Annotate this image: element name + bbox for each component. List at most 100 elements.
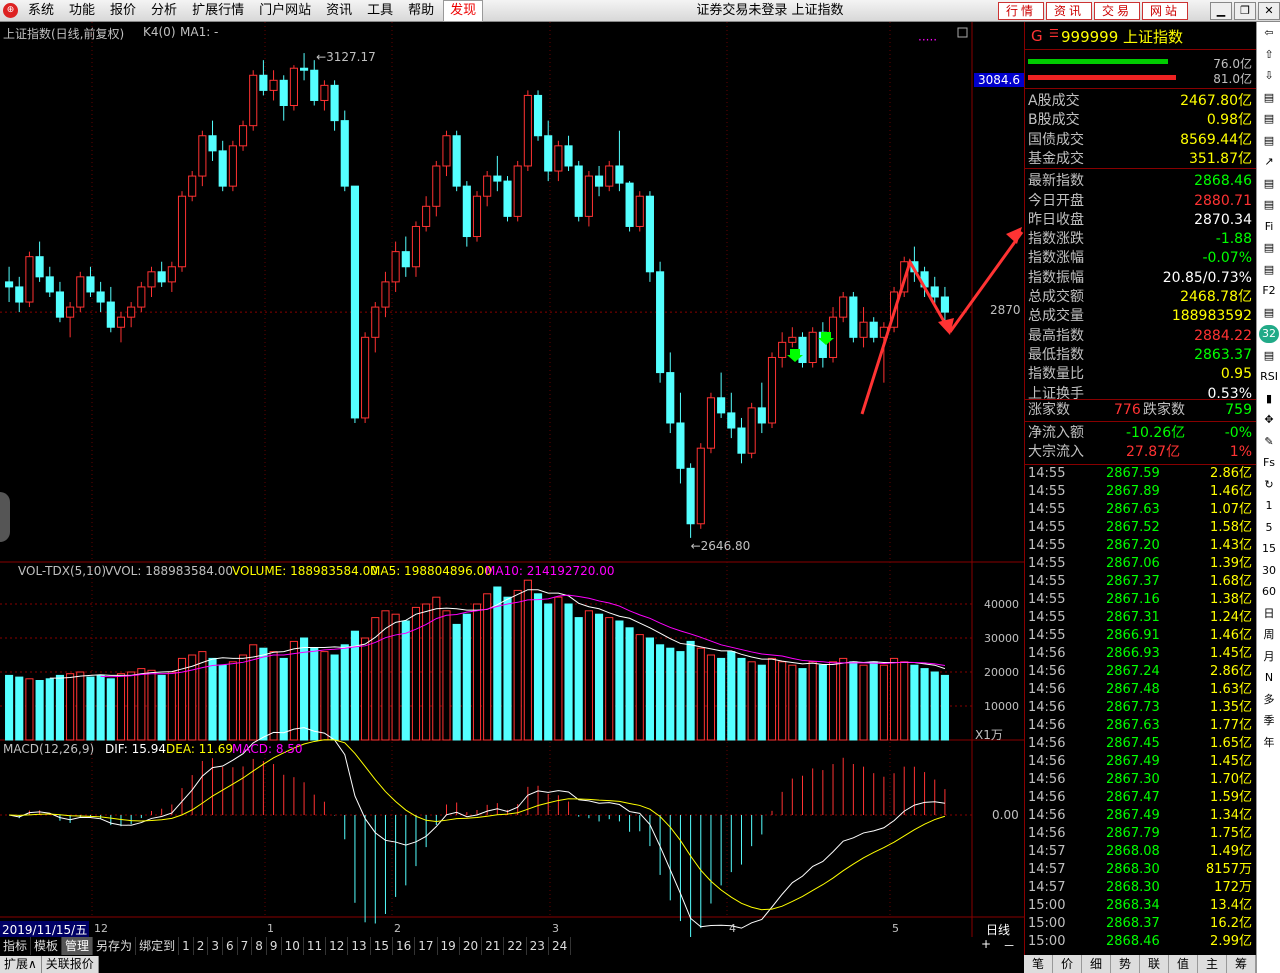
menu-item-4[interactable]: 扩展行情 (186, 0, 250, 22)
app-logo-icon[interactable]: ⊕ (3, 3, 18, 18)
top-tab-3[interactable]: 网站 (1142, 2, 1188, 20)
indicator-tab-2[interactable]: 管理 (62, 937, 94, 955)
quote-row: 最新指数 2868.46 (1028, 172, 1252, 191)
indicator-tab-19[interactable]: 19 (438, 937, 460, 955)
extension-tab-1[interactable]: 关联报价 (41, 956, 99, 973)
quote-tab-3[interactable]: 势 (1111, 955, 1140, 973)
side-tool-19[interactable]: ✎ (1259, 433, 1279, 451)
quote-tab-7[interactable]: 筹 (1227, 955, 1256, 973)
indicator-tab-1[interactable]: 模板 (31, 937, 63, 955)
period-label[interactable]: 日线 (986, 921, 1010, 938)
indicator-tab-22[interactable]: 22 (504, 937, 527, 955)
side-tool-11[interactable]: ▤ (1259, 261, 1279, 279)
side-tool-4[interactable]: ▤ (1259, 110, 1279, 128)
menu-item-3[interactable]: 分析 (145, 0, 183, 22)
menu-icon[interactable]: ☰ (1049, 27, 1059, 40)
extension-tab-0[interactable]: 扩展∧ (0, 956, 42, 973)
side-tool-26[interactable]: 60 (1259, 583, 1279, 601)
side-tool-18[interactable]: ✥ (1259, 411, 1279, 429)
candle-body (96, 291, 105, 303)
side-tool-29[interactable]: 月 (1259, 648, 1279, 666)
menu-item-2[interactable]: 报价 (104, 0, 142, 22)
zoom-out-button[interactable]: － (997, 937, 1021, 954)
side-tool-23[interactable]: 5 (1259, 519, 1279, 537)
side-tool-17[interactable]: ▮ (1259, 390, 1279, 408)
side-tool-5[interactable]: ▤ (1259, 132, 1279, 150)
kline-chart[interactable]: 12 1 2 3 4 540000300002000010000←3127.17←2646… (0, 22, 1024, 937)
indicator-tab-5[interactable]: 1 (179, 937, 194, 955)
side-tool-31[interactable]: 多 (1259, 691, 1279, 709)
indicator-tab-17[interactable]: 16 (393, 937, 416, 955)
menu-item-9[interactable]: 发现 (443, 0, 484, 22)
indicator-tab-13[interactable]: 11 (304, 937, 327, 955)
quote-tab-6[interactable]: 主 (1198, 955, 1227, 973)
top-tab-1[interactable]: 资讯 (1046, 2, 1092, 20)
side-tool-22[interactable]: 1 (1259, 497, 1279, 515)
collapse-handle[interactable] (0, 492, 10, 542)
menu-item-1[interactable]: 功能 (63, 0, 101, 22)
menu-item-8[interactable]: 帮助 (402, 0, 440, 22)
side-tool-20[interactable]: Fs (1259, 454, 1279, 472)
restore-icon[interactable]: ❐ (1234, 2, 1256, 20)
side-tool-8[interactable]: ▤ (1259, 196, 1279, 214)
close-icon[interactable]: ✕ (1258, 2, 1280, 20)
menu-item-6[interactable]: 资讯 (320, 0, 358, 22)
top-tab-0[interactable]: 行情 (998, 2, 1044, 20)
side-tool-14[interactable]: 32 (1259, 325, 1279, 343)
side-tool-3[interactable]: ▤ (1259, 89, 1279, 107)
side-tool-25[interactable]: 30 (1259, 562, 1279, 580)
zoom-in-button[interactable]: + (975, 937, 997, 954)
indicator-tab-4[interactable]: 绑定到 (136, 937, 180, 955)
side-tool-6[interactable]: ↗ (1259, 153, 1279, 171)
side-tool-12[interactable]: F2 (1259, 282, 1279, 300)
indicator-tab-20[interactable]: 20 (460, 937, 483, 955)
indicator-tab-9[interactable]: 7 (238, 937, 253, 955)
side-tool-21[interactable]: ↻ (1259, 476, 1279, 494)
side-tool-10[interactable]: ▤ (1259, 239, 1279, 257)
indicator-tab-0[interactable]: 指标 (0, 937, 32, 955)
side-tool-32[interactable]: 季 (1259, 712, 1279, 730)
indicator-tab-7[interactable]: 3 (208, 937, 223, 955)
side-tool-30[interactable]: N (1259, 669, 1279, 687)
indicator-tab-3[interactable]: 另存为 (93, 937, 137, 955)
menu-item-5[interactable]: 门户网站 (253, 0, 317, 22)
quote-tab-0[interactable]: 笔 (1024, 955, 1053, 973)
side-tool-13[interactable]: ▤ (1259, 304, 1279, 322)
side-tool-1[interactable]: ⇧ (1259, 46, 1279, 64)
indicator-tab-18[interactable]: 17 (415, 937, 438, 955)
indicator-tab-16[interactable]: 15 (371, 937, 393, 955)
quote-tab-2[interactable]: 细 (1082, 955, 1111, 973)
minimize-icon[interactable]: ▁ (1210, 2, 1232, 20)
indicator-tab-8[interactable]: 6 (223, 937, 238, 955)
indicator-tab-6[interactable]: 2 (194, 937, 209, 955)
quote-tab-5[interactable]: 值 (1169, 955, 1198, 973)
indicator-tab-21[interactable]: 21 (482, 937, 505, 955)
indicator-tab-23[interactable]: 23 (527, 937, 549, 955)
indicator-tab-12[interactable]: 10 (282, 937, 304, 955)
indicator-tab-11[interactable]: 9 (267, 937, 282, 955)
menu-item-0[interactable]: 系统 (22, 0, 60, 22)
side-tool-16[interactable]: RSI (1259, 368, 1279, 386)
side-tool-0[interactable]: ⇦ (1259, 24, 1279, 42)
indicator-tab-24[interactable]: 24 (549, 937, 572, 955)
up-count: 776 (1114, 402, 1141, 418)
quote-tab-4[interactable]: 联 (1140, 955, 1169, 973)
menu-item-7[interactable]: 工具 (361, 0, 399, 22)
side-tool-9[interactable]: Fi (1259, 218, 1279, 236)
side-tool-33[interactable]: 年 (1259, 734, 1279, 752)
side-tool-28[interactable]: 周 (1259, 626, 1279, 644)
volume-bar (228, 661, 237, 741)
indicator-tab-15[interactable]: 13 (348, 937, 371, 955)
quote-tab-1[interactable]: 价 (1053, 955, 1082, 973)
candle-body (188, 175, 197, 197)
side-tool-15[interactable]: ▤ (1259, 347, 1279, 365)
indicator-tab-14[interactable]: 12 (326, 937, 349, 955)
indicator-tab-10[interactable]: 8 (252, 937, 267, 955)
side-tool-24[interactable]: 15 (1259, 540, 1279, 558)
vol-unit: X1万 (975, 728, 1003, 742)
side-tool-7[interactable]: ▤ (1259, 175, 1279, 193)
side-tool-2[interactable]: ⇩ (1259, 67, 1279, 85)
top-tab-2[interactable]: 交易 (1094, 2, 1140, 20)
side-tool-27[interactable]: 日 (1259, 605, 1279, 623)
chart-area[interactable]: 12 1 2 3 4 5 40000 30000 20000 10000 ←3127.17 ←2646… (0, 22, 1024, 938)
